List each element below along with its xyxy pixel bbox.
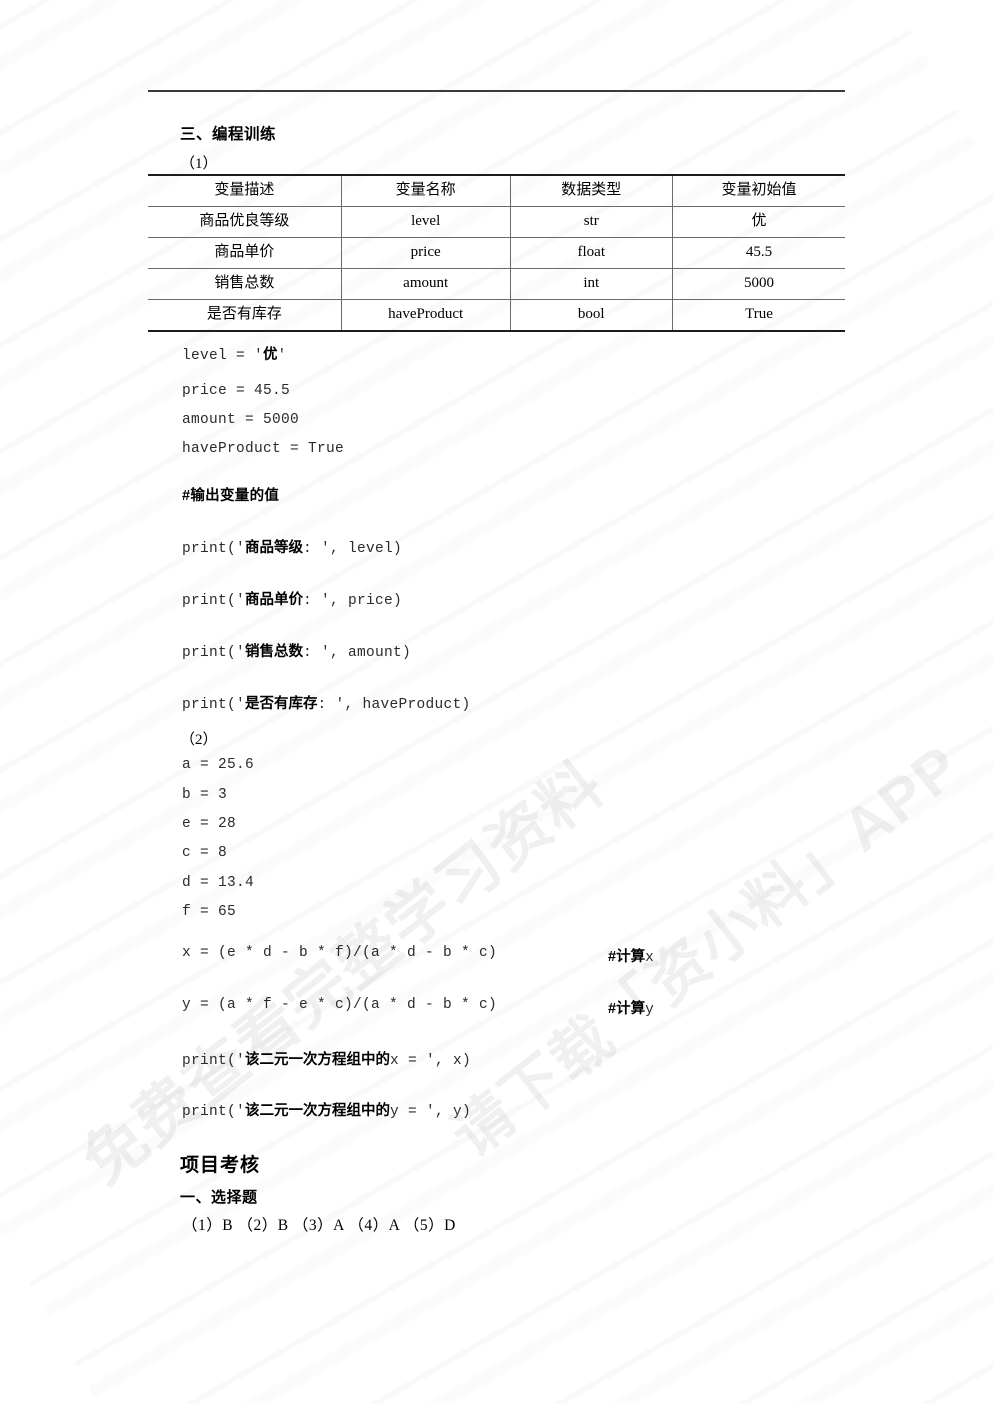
assessment-answers: （1）B （2）B （3）A （4）A （5）D xyxy=(182,1217,456,1234)
watermark-text-primary: 免费查看完整学习资料 xyxy=(70,749,618,1198)
table-row: 是否有库存 haveProduct bool True xyxy=(148,299,845,332)
assessment-subtitle-multiple-choice: 一、选择题 xyxy=(180,1189,258,1206)
table-cell: str xyxy=(510,206,673,238)
variable-definition-table: 变量描述 变量名称 数据类型 变量初始值 商品优良等级 level str 优 … xyxy=(148,174,845,332)
code-line-assign-f: f = 65 xyxy=(182,904,237,920)
code-comment-output-values: #输出变量的值 xyxy=(182,488,280,504)
code-line-assign-b: b = 3 xyxy=(182,787,228,803)
table-header-row: 变量描述 变量名称 数据类型 变量初始值 xyxy=(148,174,845,207)
code-line-print-amount: print('销售总数: ', amount) xyxy=(182,644,412,661)
table-header-cell: 数据类型 xyxy=(510,174,673,207)
code-line-assign-c: c = 8 xyxy=(182,845,228,861)
table-cell: float xyxy=(510,237,673,269)
code-line-assign-d: d = 13.4 xyxy=(182,875,255,891)
code-line-assign-price: price = 45.5 xyxy=(182,383,291,399)
code-comment-calculate-y: #计算y xyxy=(608,1001,654,1018)
table-cell: level xyxy=(341,206,511,238)
table-cell: price xyxy=(341,237,511,269)
table-cell: True xyxy=(672,299,845,332)
table-cell: haveProduct xyxy=(341,299,511,332)
code-line-formula-y: y = (a * f - e * c)/(a * d - b * c) xyxy=(182,997,498,1013)
code-line-formula-x: x = (e * d - b * f)/(a * d - b * c) xyxy=(182,945,498,961)
table-header-cell: 变量描述 xyxy=(148,174,342,207)
code-comment-calculate-x: #计算x xyxy=(608,949,654,966)
code-line-assign-a: a = 25.6 xyxy=(182,757,255,773)
code-line-print-level: print('商品等级: ', level) xyxy=(182,540,403,557)
table-cell: 45.5 xyxy=(672,237,845,269)
code-line-assign-level: level = '优' xyxy=(182,347,287,364)
header-rule xyxy=(148,90,845,92)
table-header-cell: 变量名称 xyxy=(341,174,511,207)
table-cell: int xyxy=(510,268,673,300)
table-row: 销售总数 amount int 5000 xyxy=(148,268,845,300)
table-row: 商品优良等级 level str 优 xyxy=(148,206,845,238)
sub-label-1: （1） xyxy=(180,156,218,172)
section-heading-programming-exercises: 三、编程训练 xyxy=(180,126,277,143)
table-cell: 商品优良等级 xyxy=(148,206,342,238)
table-cell: 商品单价 xyxy=(148,237,342,269)
sub-label-2: （2） xyxy=(180,732,218,748)
code-line-assign-e: e = 28 xyxy=(182,816,237,832)
table-header-cell: 变量初始值 xyxy=(672,174,845,207)
code-line-print-haveproduct: print('是否有库存: ', haveProduct) xyxy=(182,696,471,713)
code-line-print-result-y: print('该二元一次方程组中的y = ', y) xyxy=(182,1103,472,1120)
table-cell: bool xyxy=(510,299,673,332)
table-cell: 是否有库存 xyxy=(148,299,342,332)
table-cell: 5000 xyxy=(672,268,845,300)
code-line-print-result-x: print('该二元一次方程组中的x = ', x) xyxy=(182,1052,472,1069)
table-cell: amount xyxy=(341,268,511,300)
code-line-assign-amount: amount = 5000 xyxy=(182,412,300,428)
code-line-print-price: print('商品单价: ', price) xyxy=(182,592,403,609)
watermark-text-secondary: 请下载「资小料」APP xyxy=(439,731,974,1170)
table-row: 商品单价 price float 45.5 xyxy=(148,237,845,269)
table-cell: 销售总数 xyxy=(148,268,342,300)
code-line-assign-haveproduct: haveProduct = True xyxy=(182,441,345,457)
table-cell: 优 xyxy=(672,206,845,238)
assessment-title: 项目考核 xyxy=(180,1155,261,1176)
